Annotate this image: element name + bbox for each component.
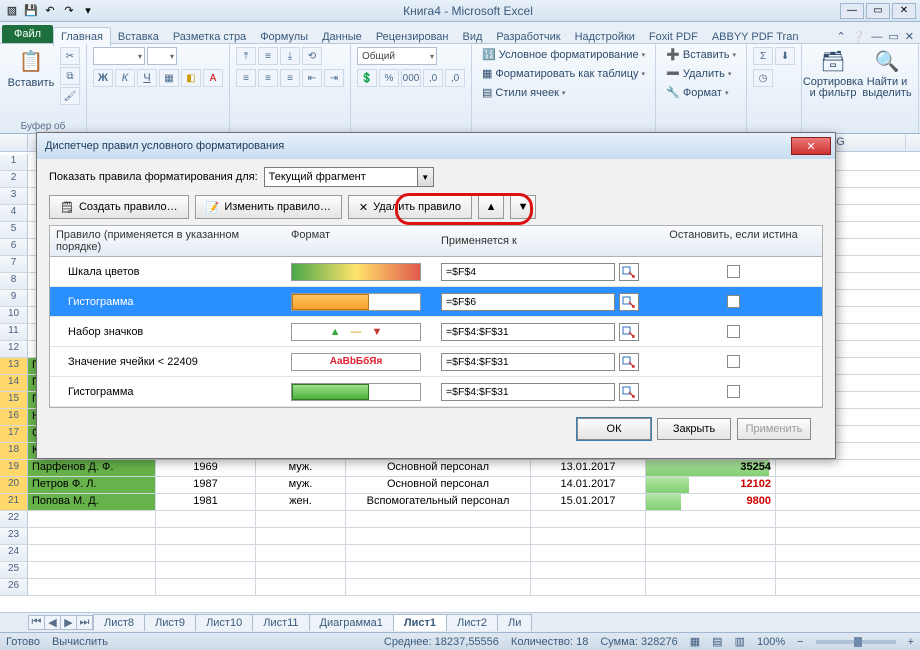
rule-applies-to-field[interactable]: =$F$4:$F$31 [441,353,615,371]
header-applies: Применяется к [435,226,645,256]
dialog-title: Диспетчер правил условного форматировани… [45,140,284,152]
edit-rule-icon: 📝 [206,201,220,214]
rule-format-preview: АаВbБбЯя [285,353,435,371]
ok-button[interactable]: ОК [577,418,651,440]
header-stop: Остановить, если истина [645,226,822,256]
range-picker-button[interactable] [619,293,639,311]
range-picker-button[interactable] [619,323,639,341]
new-rule-icon: 🗒 [60,201,74,214]
conditional-formatting-rules-manager-dialog: Диспетчер правил условного форматировани… [36,132,836,459]
stop-if-true-checkbox[interactable] [727,295,740,308]
rule-row[interactable]: Значение ячейки < 22409АаВbБбЯя =$F$4:$F$… [50,347,822,377]
rule-applies-to-field[interactable]: =$F$4:$F$31 [441,383,615,401]
rule-format-preview: ▲—▼ [285,323,435,341]
rule-name: Набор значков [50,326,285,338]
move-rule-up-button[interactable]: ▲ [478,195,504,219]
chevron-down-icon: ▼ [417,168,433,186]
stop-if-true-checkbox[interactable] [727,325,740,338]
rule-format-preview [285,263,435,281]
apply-button[interactable]: Применить [737,418,811,440]
move-rule-down-button[interactable]: ▼ [510,195,536,219]
rule-name: Гистограмма [50,386,285,398]
rule-name: Гистограмма [50,296,285,308]
show-rules-for-combo[interactable]: Текущий фрагмент ▼ [264,167,434,187]
range-picker-button[interactable] [619,383,639,401]
range-picker-button[interactable] [619,353,639,371]
rule-format-preview [285,293,435,311]
rule-applies-to-field[interactable]: =$F$4 [441,263,615,281]
header-format: Формат [285,226,435,256]
rule-format-preview [285,383,435,401]
rule-row[interactable]: Гистограмма =$F$4:$F$31 [50,377,822,407]
edit-rule-button[interactable]: 📝Изменить правило… [195,195,342,219]
show-rules-for-label: Показать правила форматирования для: [49,171,258,183]
rule-row[interactable]: Набор значков▲—▼ =$F$4:$F$31 [50,317,822,347]
range-picker-button[interactable] [619,263,639,281]
rules-table: Правило (применяется в указанном порядке… [49,225,823,408]
rule-name: Значение ячейки < 22409 [50,356,285,368]
dialog-close-button[interactable]: ✕ [791,137,831,155]
stop-if-true-checkbox[interactable] [727,385,740,398]
new-rule-button[interactable]: 🗒Создать правило… [49,195,189,219]
rule-row[interactable]: Шкала цветов =$F$4 [50,257,822,287]
stop-if-true-checkbox[interactable] [727,355,740,368]
close-dialog-button[interactable]: Закрыть [657,418,731,440]
rule-applies-to-field[interactable]: =$F$4:$F$31 [441,323,615,341]
rule-applies-to-field[interactable]: =$F$6 [441,293,615,311]
header-rule: Правило (применяется в указанном порядке… [50,226,285,256]
delete-rule-icon: ✕ [359,201,368,214]
delete-rule-button[interactable]: ✕Удалить правило [348,195,472,219]
rule-name: Шкала цветов [50,266,285,278]
stop-if-true-checkbox[interactable] [727,265,740,278]
rule-row[interactable]: Гистограмма =$F$6 [50,287,822,317]
